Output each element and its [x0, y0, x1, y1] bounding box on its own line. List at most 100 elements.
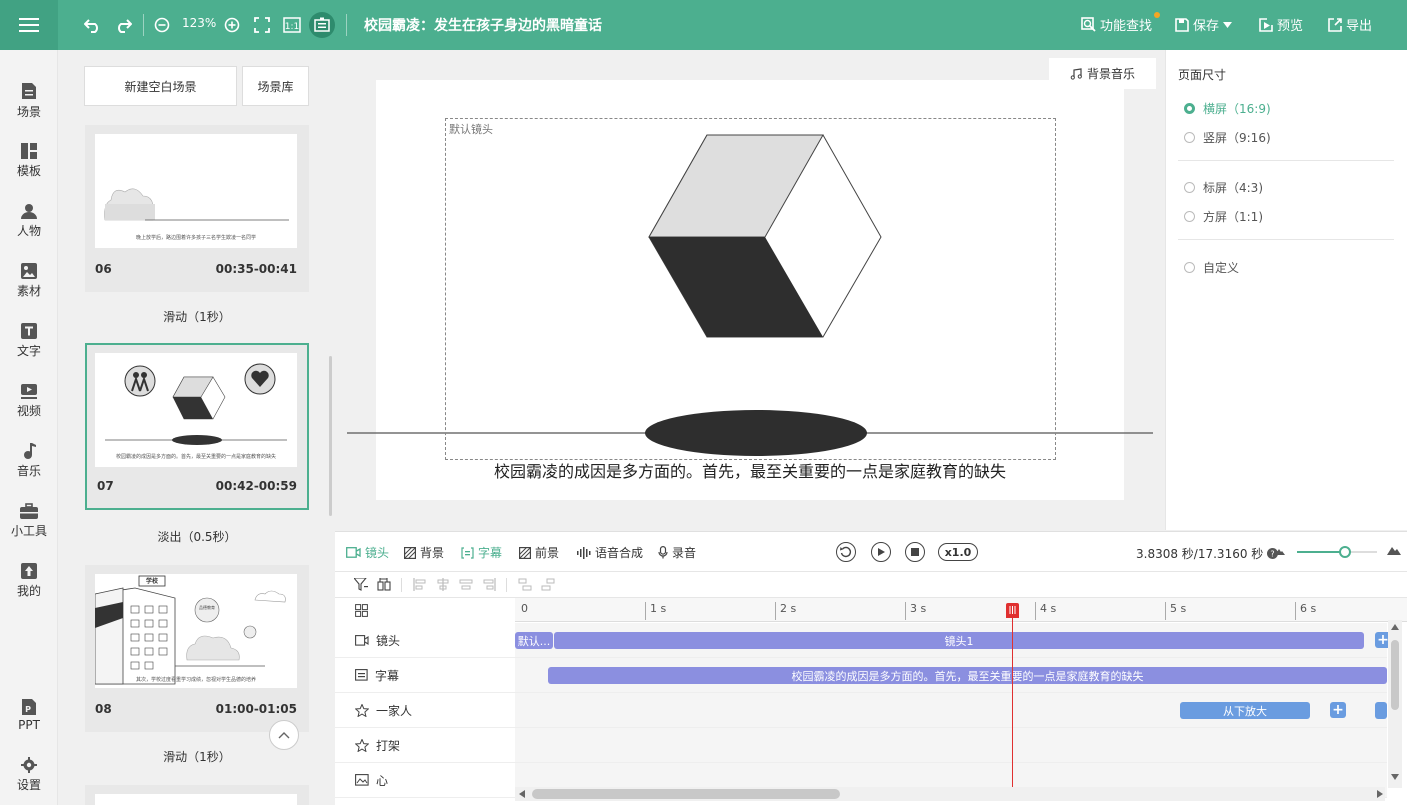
horizontal-scroll-thumb[interactable]: [532, 789, 840, 799]
chevron-up-icon: [278, 732, 290, 739]
clip-zoom-from-bottom[interactable]: 从下放大: [1180, 702, 1310, 719]
track-camera[interactable]: 默认... 镜头1 +: [515, 623, 1391, 658]
sidebar-item-template[interactable]: 模板: [0, 134, 58, 188]
scene-card-08[interactable]: 学校 品德教育 其次，学校过度看重学习成绩，忽视对学生品德的培养 08 01:0…: [85, 565, 309, 732]
sidebar-item-video[interactable]: 视频: [0, 374, 58, 428]
zoom-in-timeline-icon[interactable]: [1387, 545, 1401, 555]
undo-icon[interactable]: [82, 14, 104, 36]
align-right-icon[interactable]: [482, 578, 496, 591]
sidebar-item-person[interactable]: 人物: [0, 194, 58, 248]
option-portrait[interactable]: 竖屏（9:16): [1184, 129, 1271, 146]
timeline-horizontal-scrollbar[interactable]: [515, 787, 1385, 801]
play-button[interactable]: [871, 542, 891, 562]
sidebar-item-ppt[interactable]: P PPT: [0, 688, 58, 742]
sidebar-item-music[interactable]: 音乐: [0, 434, 58, 488]
time-ruler[interactable]: 0 1 s 2 s 3 s 4 s 5 s 6 s: [515, 598, 1407, 622]
zoom-out-timeline-icon[interactable]: [1275, 547, 1285, 555]
tab-record[interactable]: 录音: [658, 544, 696, 561]
feature-search-button[interactable]: 功能查找: [1081, 15, 1152, 34]
sidebar-item-material[interactable]: 素材: [0, 254, 58, 308]
music-icon: [24, 443, 36, 459]
scene-card-07[interactable]: 校园霸凌的成因是多方面的。首先，最至关重要的一点是家庭教育的缺失 07 00:4…: [85, 343, 309, 510]
scene-transition[interactable]: 滑动（1秒）: [85, 308, 309, 325]
zoom-slider-knob[interactable]: [1339, 546, 1351, 558]
track-label-fight[interactable]: 打架: [335, 728, 515, 763]
scroll-left-arrow-icon[interactable]: [519, 790, 525, 798]
clip-partial[interactable]: [1375, 702, 1387, 719]
track-family[interactable]: 从下放大 +: [515, 693, 1387, 728]
sidebar-item-text[interactable]: 文字: [0, 314, 58, 368]
tab-tts[interactable]: 语音合成: [577, 544, 643, 561]
stop-button[interactable]: [905, 542, 925, 562]
clip-subtitle[interactable]: 校园霸凌的成因是多方面的。首先，最至关重要的一点是家庭教育的缺失: [548, 667, 1387, 684]
subtitle-mode-icon[interactable]: [309, 12, 335, 38]
tab-foreground[interactable]: 前景: [519, 544, 559, 561]
option-landscape[interactable]: 横屏（16:9): [1184, 100, 1271, 117]
radio-selected[interactable]: [1184, 103, 1195, 114]
filter-icon[interactable]: [354, 578, 368, 591]
zoom-out-icon[interactable]: [151, 14, 173, 36]
align-center-icon[interactable]: [436, 578, 450, 591]
timeline-vertical-scrollbar[interactable]: [1388, 620, 1402, 788]
new-blank-scene-button[interactable]: 新建空白场景: [84, 66, 237, 106]
sidebar-item-toolbox[interactable]: 小工具: [0, 494, 58, 548]
radio[interactable]: [1184, 182, 1195, 193]
group-icon[interactable]: [377, 578, 391, 591]
track-label-camera[interactable]: 镜头: [335, 623, 515, 658]
option-custom[interactable]: 自定义: [1184, 259, 1239, 276]
redo-icon[interactable]: [112, 14, 134, 36]
scroll-right-arrow-icon[interactable]: [1377, 790, 1383, 798]
tab-background[interactable]: 背景: [404, 544, 444, 561]
preview-button[interactable]: 预览: [1259, 15, 1303, 34]
scroll-up-button[interactable]: [269, 720, 299, 750]
tab-subtitle[interactable]: 字幕: [461, 544, 502, 561]
distribute-icon[interactable]: [459, 578, 473, 591]
tab-camera[interactable]: 镜头: [346, 544, 389, 561]
radio[interactable]: [1184, 132, 1195, 143]
stack-up-icon[interactable]: [541, 578, 555, 591]
track-label-heart[interactable]: 心: [335, 763, 515, 798]
sidebar-item-settings[interactable]: 设置: [0, 748, 58, 802]
scene-library-button[interactable]: 场景库: [242, 66, 309, 106]
zoom-in-icon[interactable]: [221, 14, 243, 36]
panel-scrollbar[interactable]: [329, 356, 332, 516]
scroll-down-arrow-icon[interactable]: [1391, 774, 1399, 780]
scroll-up-arrow-icon[interactable]: [1391, 624, 1399, 630]
export-button[interactable]: 导出: [1328, 15, 1372, 34]
clip-default-camera[interactable]: 默认...: [515, 632, 553, 649]
sidebar-item-scene[interactable]: 场景: [0, 74, 58, 128]
scene-transition[interactable]: 淡出（0.5秒）: [85, 528, 309, 545]
sidebar-item-mine[interactable]: 我的: [0, 554, 58, 608]
track-fight[interactable]: [515, 728, 1387, 763]
vertical-scroll-thumb[interactable]: [1391, 640, 1399, 710]
track-subtitle[interactable]: 校园霸凌的成因是多方面的。首先，最至关重要的一点是家庭教育的缺失: [515, 658, 1387, 693]
playback-speed-button[interactable]: x1.0: [938, 543, 978, 561]
clip-camera-1[interactable]: 镜头1: [554, 632, 1364, 649]
menu-button[interactable]: [0, 0, 58, 50]
scene-card-06[interactable]: 晚上放学后，路边围着许多孩子三名学生欺凌一名同学 06 00:35-00:41: [85, 125, 309, 292]
add-animation-button[interactable]: +: [1330, 702, 1346, 718]
playhead-handle[interactable]: [1006, 603, 1019, 618]
track-label-family[interactable]: 一家人: [335, 693, 515, 728]
tab-label: 镜头: [365, 546, 390, 560]
stage-subtitle[interactable]: 校园霸凌的成因是多方面的。首先，最至关重要的一点是家庭教育的缺失: [376, 458, 1124, 482]
scene-card-09-partial[interactable]: [85, 785, 309, 805]
video-icon: [21, 384, 37, 399]
align-left-icon[interactable]: [413, 578, 427, 591]
stack-down-icon[interactable]: [518, 578, 532, 591]
actual-size-icon[interactable]: 1:1: [281, 14, 303, 36]
fullscreen-icon[interactable]: [251, 14, 273, 36]
option-square[interactable]: 方屏（1:1): [1184, 208, 1263, 225]
option-standard[interactable]: 标屏（4:3): [1184, 179, 1263, 196]
track-name: 镜头: [376, 633, 401, 648]
default-camera-frame[interactable]: [445, 118, 1056, 460]
save-label: 保存: [1193, 19, 1220, 34]
scene-transition[interactable]: 滑动（1秒）: [85, 748, 309, 765]
layout-icon[interactable]: [355, 604, 368, 617]
timeline-zoom-slider[interactable]: [1297, 551, 1377, 553]
radio[interactable]: [1184, 262, 1195, 273]
radio[interactable]: [1184, 211, 1195, 222]
save-button[interactable]: 保存: [1175, 15, 1233, 34]
replay-button[interactable]: [836, 542, 856, 562]
track-label-subtitle[interactable]: 字幕: [335, 658, 515, 693]
